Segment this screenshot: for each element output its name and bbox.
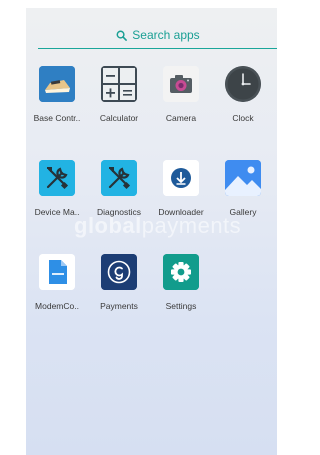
app-base-control[interactable]: Base Contr.. [26,66,88,123]
app-diagnostics[interactable]: Diagnostics [88,160,150,217]
app-drawer: globalpayments Search apps Base Contr.. [26,8,277,455]
modem-config-icon [39,254,75,290]
search-icon [116,30,128,41]
device-manager-icon [39,160,75,196]
app-label: Device Ma.. [34,207,80,217]
search-placeholder: Search apps [132,28,200,42]
app-payments[interactable]: Payments [88,254,150,311]
search-apps-field[interactable]: Search apps [38,22,277,49]
app-device-manager[interactable]: Device Ma.. [26,160,88,217]
app-clock[interactable]: Clock [212,66,274,123]
app-downloader[interactable]: Downloader [150,160,212,217]
app-label: Clock [232,113,254,123]
settings-icon [163,254,199,290]
gallery-icon [225,160,261,196]
app-label: Camera [165,113,197,123]
app-camera[interactable]: Camera [150,66,212,123]
app-label: Calculator [99,113,139,123]
app-label: ModemCo.. [35,301,79,311]
app-label: Payments [100,301,138,311]
downloader-icon [163,160,199,196]
app-label: Settings [165,301,197,311]
camera-icon [163,66,199,102]
app-label: Base Contr.. [33,113,81,123]
app-gallery[interactable]: Gallery [212,160,274,217]
app-label: Diagnostics [97,207,141,217]
app-calculator[interactable]: Calculator [88,66,150,123]
base-control-icon [39,66,75,102]
clock-icon [225,66,261,102]
diagnostics-icon [101,160,137,196]
payments-icon [101,254,137,290]
app-modem-config[interactable]: ModemCo.. [26,254,88,311]
calculator-icon [101,66,137,102]
app-label: Downloader [158,207,204,217]
app-label: Gallery [229,207,257,217]
app-settings[interactable]: Settings [150,254,212,311]
